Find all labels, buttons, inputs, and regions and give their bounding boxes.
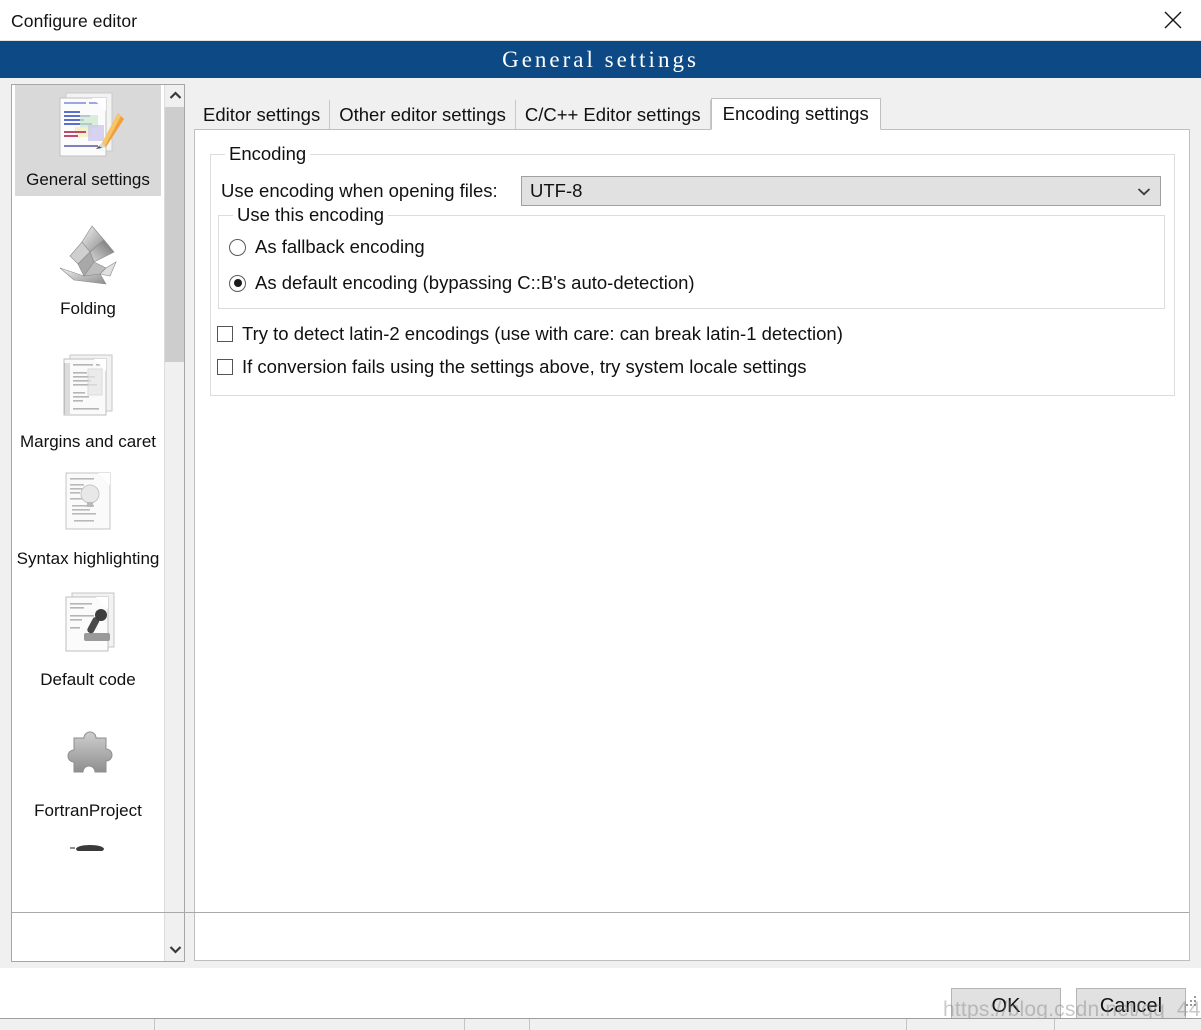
settings-category-list-inner: General settings Folding Margins and car…: [12, 85, 164, 961]
tab-editor-settings[interactable]: Editor settings: [194, 100, 331, 130]
sidebar-item-label: FortranProject: [34, 801, 142, 820]
stamp-document-icon: [44, 589, 132, 667]
status-cell: [155, 1019, 465, 1030]
status-cell: [530, 1019, 907, 1030]
encoding-groupbox: Encoding Use encoding when opening files…: [210, 143, 1175, 396]
status-cell: [907, 1019, 1055, 1030]
chevron-down-icon[interactable]: [1128, 187, 1160, 196]
checkbox-detect-latin2[interactable]: Try to detect latin-2 encodings (use wit…: [217, 323, 843, 345]
radio-label: As fallback encoding: [255, 236, 425, 257]
ok-button-label: OK: [991, 994, 1021, 1017]
use-this-encoding-groupbox: Use this encoding As fallback encoding A…: [218, 204, 1165, 309]
settings-category-list[interactable]: General settings Folding Margins and car…: [11, 84, 185, 962]
dialog-button-bar: OK Cancel: [0, 962, 1201, 1024]
radio-as-fallback-encoding[interactable]: As fallback encoding: [229, 236, 425, 258]
encoding-combobox[interactable]: UTF-8: [521, 176, 1161, 206]
window-title: Configure editor: [11, 11, 138, 31]
page-banner: General settings: [0, 41, 1201, 78]
sidebar-scrollbar[interactable]: [164, 85, 184, 961]
tab-other-editor-settings[interactable]: Other editor settings: [330, 100, 516, 130]
scrollbar-thumb[interactable]: [165, 107, 184, 362]
radio-label: As default encoding (bypassing C::B's au…: [255, 272, 695, 293]
window-titlebar: Configure editor: [0, 0, 1201, 41]
sidebar-item-folding[interactable]: Folding: [15, 196, 161, 325]
close-icon: [1162, 9, 1184, 31]
tab-label: Encoding settings: [722, 103, 869, 124]
sidebar-item-label: Syntax highlighting: [16, 549, 160, 568]
tab-label: C/C++ Editor settings: [524, 104, 701, 125]
resize-grip-icon[interactable]: [1184, 994, 1198, 1008]
close-button[interactable]: [1145, 0, 1201, 40]
encoding-combobox-value: UTF-8: [530, 180, 583, 201]
sidebar-item-margins-and-caret[interactable]: Margins and caret: [15, 325, 161, 458]
scroll-up-button[interactable]: [165, 85, 184, 107]
checkbox-label: Try to detect latin-2 encodings (use wit…: [242, 323, 843, 344]
cancel-button-label: Cancel: [1099, 994, 1163, 1017]
chevron-down-icon: [169, 941, 182, 959]
ruled-pages-icon: [44, 351, 132, 429]
checkbox-system-locale-fallback[interactable]: If conversion fails using the settings a…: [217, 356, 807, 378]
lightbulb-document-icon: [44, 468, 132, 546]
tab-encoding-settings[interactable]: Encoding settings: [710, 98, 881, 130]
puzzle-piece-icon: [44, 720, 132, 798]
sidebar-item-label: Folding: [60, 299, 116, 318]
partial-icon: [44, 833, 132, 853]
page-title: General settings: [502, 46, 699, 72]
radio-icon: [229, 238, 246, 256]
status-cell: [0, 1019, 155, 1030]
tab-label: Other editor settings: [339, 104, 506, 125]
status-bar: [0, 1018, 1201, 1030]
radio-icon-selected: [229, 274, 246, 292]
sidebar-item-fortranproject[interactable]: FortranProject: [15, 696, 161, 827]
checkbox-label: If conversion fails using the settings a…: [242, 356, 807, 377]
tab-strip[interactable]: Editor settings Other editor settings C/…: [194, 98, 881, 130]
sidebar-item-label: General settings: [26, 170, 150, 189]
document-pencil-icon: [44, 89, 132, 167]
use-this-encoding-group-title: Use this encoding: [233, 204, 389, 226]
sidebar-item-general-settings[interactable]: General settings: [15, 85, 161, 196]
encoding-group-title: Encoding: [225, 143, 311, 165]
sidebar-item-label: Default code: [40, 670, 136, 689]
checkbox-icon: [217, 326, 233, 342]
sidebar-item-default-code[interactable]: Default code: [15, 575, 161, 696]
dialog-body: General settings Folding Margins and car…: [0, 78, 1201, 968]
encoding-settings-page: Encoding Use encoding when opening files…: [194, 129, 1190, 961]
sidebar-item-label: Margins and caret: [19, 432, 157, 451]
chevron-up-icon: [169, 87, 182, 105]
radio-as-default-encoding[interactable]: As default encoding (bypassing C::B's au…: [229, 272, 695, 294]
checkbox-icon: [217, 359, 233, 375]
tab-label: Editor settings: [203, 104, 321, 125]
status-cell: [465, 1019, 530, 1030]
tab-cpp-editor-settings[interactable]: C/C++ Editor settings: [515, 100, 711, 130]
scroll-down-button[interactable]: [165, 939, 184, 961]
settings-content: Editor settings Other editor settings C/…: [194, 84, 1190, 962]
use-encoding-label: Use encoding when opening files:: [221, 180, 498, 201]
sidebar-item-partial[interactable]: [15, 827, 161, 857]
origami-bird-icon: [44, 218, 132, 296]
footer-separator: [11, 912, 1189, 913]
sidebar-item-syntax-highlighting[interactable]: Syntax highlighting: [15, 458, 161, 575]
